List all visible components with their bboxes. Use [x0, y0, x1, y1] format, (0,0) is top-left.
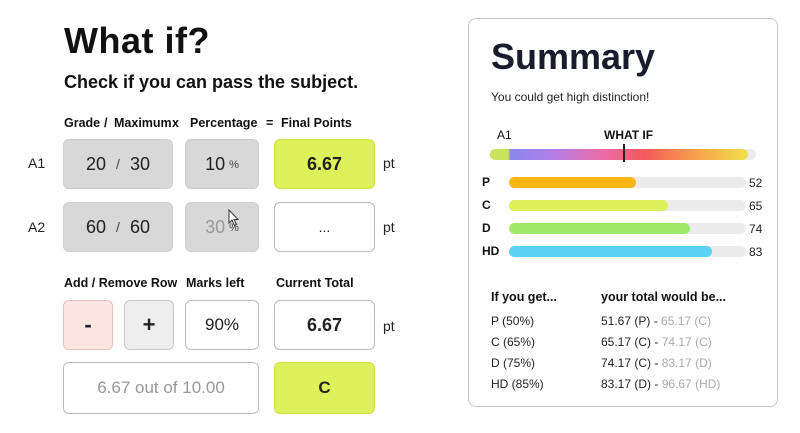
bar-fill-c — [509, 200, 668, 211]
unit-pt-a2: pt — [383, 219, 395, 235]
maximum-input-a2[interactable]: 60 — [130, 217, 150, 238]
header-grade: Grade — [64, 116, 101, 130]
remove-row-button[interactable]: - — [63, 300, 113, 350]
mouse-cursor-icon — [228, 209, 240, 227]
maximum-input-a1[interactable]: 30 — [130, 154, 150, 175]
header-slash: / — [104, 116, 108, 130]
table-cell-result: 83.17 (D) - 96.67 (HD) — [601, 377, 721, 391]
table-header-condition: If you get... — [491, 290, 557, 304]
summary-message: You could get high distinction! — [491, 90, 650, 104]
bar-fill-p — [509, 177, 636, 188]
top-bar-marker-label: WHAT IF — [604, 128, 654, 142]
label-add-remove-row: Add / Remove Row — [64, 276, 178, 290]
percentage-input-a2[interactable]: 30 — [205, 217, 225, 238]
bar-fill-hd — [509, 246, 712, 257]
bar-fill-d — [509, 223, 690, 234]
header-equals: = — [266, 116, 274, 130]
table-cell-result: 65.17 (C) - 74.17 (C) — [601, 335, 712, 349]
grade-max-field-a2[interactable]: 60 / 60 — [63, 202, 173, 252]
row-label-a1: A1 — [28, 155, 46, 171]
grade-slash: / — [116, 156, 120, 172]
marks-left-value: 90% — [185, 300, 259, 350]
bar-value-hd: 83 — [749, 245, 763, 259]
bar-value-c: 65 — [749, 199, 763, 213]
label-marks-left: Marks left — [186, 276, 245, 290]
percentage-field-a2[interactable]: 30% — [185, 202, 259, 252]
table-cell-result: 51.67 (P) - 65.17 (C) — [601, 314, 712, 328]
bar-value-p: 52 — [749, 176, 763, 190]
top-bar-label-a1: A1 — [497, 128, 512, 142]
table-cell-condition: P (50%) — [491, 314, 535, 328]
table-cell-result: 74.17 (C) - 83.17 (D) — [601, 356, 712, 370]
page-subtitle: Check if you can pass the subject. — [64, 72, 359, 92]
out-of-summary: 6.67 out of 10.00 — [63, 362, 259, 414]
add-row-button[interactable]: + — [124, 300, 174, 350]
current-total-value: 6.67 — [274, 300, 375, 350]
unit-pt-a1: pt — [383, 155, 395, 171]
grade-max-field-a1[interactable]: 20 / 30 — [63, 139, 173, 189]
unit-pt-total: pt — [383, 318, 395, 334]
label-current-total: Current Total — [276, 276, 354, 290]
bar-label-p: P — [482, 175, 491, 189]
header-final-points: Final Points — [281, 116, 352, 130]
header-percentage: Percentage — [190, 116, 258, 130]
table-cell-condition: D (75%) — [491, 356, 536, 370]
bar-label-d: D — [482, 221, 491, 235]
summary-title: Summary — [491, 36, 656, 77]
row-label-a2: A2 — [28, 219, 46, 235]
final-points-a1: 6.67 — [274, 139, 375, 189]
percentage-input-a1[interactable]: 10 — [205, 154, 225, 175]
grade-letter-badge: C — [274, 362, 375, 414]
header-times: x — [172, 116, 179, 130]
bar-value-d: 74 — [749, 222, 763, 236]
what-if-gradient-bar — [490, 149, 748, 160]
percent-sign: % — [229, 159, 239, 171]
percentage-field-a1[interactable]: 10% — [185, 139, 259, 189]
what-if-marker — [623, 144, 625, 162]
header-maximum: Maximum — [114, 116, 172, 130]
table-cell-condition: C (65%) — [491, 335, 536, 349]
grade-input-a1[interactable]: 20 — [86, 154, 106, 175]
bar-label-hd: HD — [482, 244, 500, 258]
table-header-result: your total would be... — [601, 290, 726, 304]
grade-slash: / — [116, 219, 120, 235]
table-cell-condition: HD (85%) — [491, 377, 544, 391]
bar-label-c: C — [482, 198, 491, 212]
grade-input-a2[interactable]: 60 — [86, 217, 106, 238]
final-points-a2: ... — [274, 202, 375, 252]
page-title: What if? — [64, 20, 210, 61]
